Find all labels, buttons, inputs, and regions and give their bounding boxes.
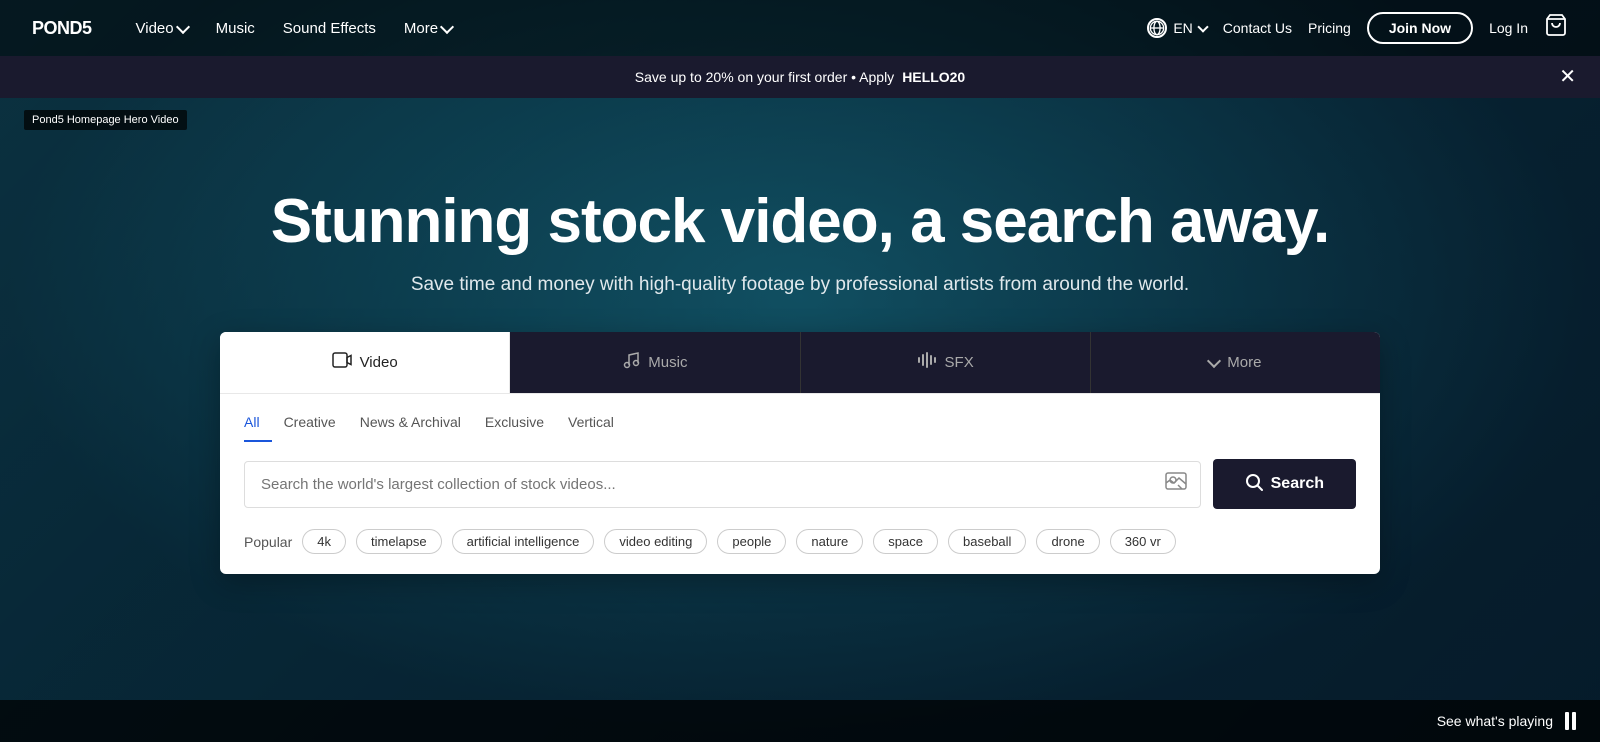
popular-row: Popular 4k timelapse artificial intellig… (220, 529, 1380, 574)
nav-more[interactable]: More (392, 12, 464, 45)
tag-people[interactable]: people (717, 529, 786, 554)
pause-bar-2 (1572, 712, 1576, 730)
logo-text: POND5 (32, 18, 92, 39)
search-input-row: Search (220, 443, 1380, 529)
promo-banner: Save up to 20% on your first order • App… (0, 56, 1600, 98)
bottom-bar: See what's playing (0, 700, 1600, 742)
image-search-icon[interactable] (1165, 470, 1187, 498)
more-tab-label: More (1227, 354, 1261, 371)
search-tabs: Video Music (220, 332, 1380, 394)
nav-links: Video Music Sound Effects More (124, 12, 1148, 45)
hero-subtitle: Save time and money with high-quality fo… (411, 274, 1189, 296)
search-box: Video Music (220, 332, 1380, 574)
promo-banner-code: HELLO20 (902, 69, 965, 85)
search-input[interactable] (244, 461, 1201, 508)
promo-close-button[interactable]: ✕ (1559, 67, 1576, 87)
more-chevron-icon (440, 19, 454, 33)
pause-button[interactable] (1565, 712, 1576, 730)
search-input-wrap (244, 461, 1201, 508)
video-tab-icon (332, 350, 352, 375)
tag-ai[interactable]: artificial intelligence (452, 529, 595, 554)
subtab-exclusive[interactable]: Exclusive (473, 408, 556, 442)
globe-icon (1147, 18, 1167, 38)
promo-banner-text: Save up to 20% on your first order • App… (635, 69, 894, 85)
search-button[interactable]: Search (1213, 459, 1356, 509)
lang-chevron-icon (1197, 21, 1208, 32)
tag-space[interactable]: space (873, 529, 938, 554)
navbar: POND5 Video Music Sound Effects More (0, 0, 1600, 56)
subtab-vertical[interactable]: Vertical (556, 408, 626, 442)
video-chevron-icon (176, 19, 190, 33)
see-what-playing[interactable]: See what's playing (1437, 713, 1553, 729)
hero-title: Stunning stock video, a search away. (271, 188, 1330, 256)
tab-more-chevron-icon (1207, 354, 1221, 368)
language-selector[interactable]: EN (1147, 18, 1206, 38)
subtab-creative[interactable]: Creative (272, 408, 348, 442)
popular-label: Popular (244, 534, 292, 550)
tag-timelapse[interactable]: timelapse (356, 529, 442, 554)
cart-icon[interactable] (1544, 13, 1568, 43)
tag-drone[interactable]: drone (1036, 529, 1099, 554)
tag-4k[interactable]: 4k (302, 529, 346, 554)
search-icon (1245, 473, 1263, 496)
tab-more[interactable]: More (1091, 332, 1380, 393)
sfx-tab-label: SFX (945, 354, 974, 371)
hero-section: POND5 Video Music Sound Effects More (0, 0, 1600, 742)
sfx-tab-icon (917, 351, 937, 374)
nav-sound-effects[interactable]: Sound Effects (271, 12, 388, 45)
nav-contact[interactable]: Contact Us (1223, 20, 1292, 36)
music-tab-icon (622, 351, 640, 374)
video-tab-label: Video (360, 354, 398, 371)
video-tooltip: Pond5 Homepage Hero Video (24, 110, 187, 130)
pause-bar-1 (1565, 712, 1569, 730)
nav-right: EN Contact Us Pricing Join Now Log In (1147, 12, 1568, 44)
tab-music[interactable]: Music (510, 332, 800, 393)
search-subtabs: All Creative News & Archival Exclusive V… (220, 394, 1380, 443)
subtab-all[interactable]: All (244, 408, 272, 442)
nav-video[interactable]: Video (124, 12, 200, 45)
tag-360vr[interactable]: 360 vr (1110, 529, 1176, 554)
music-tab-label: Music (648, 354, 687, 371)
tag-baseball[interactable]: baseball (948, 529, 1026, 554)
tab-video[interactable]: Video (220, 332, 510, 393)
nav-music[interactable]: Music (204, 12, 267, 45)
lang-label: EN (1173, 20, 1192, 36)
nav-login[interactable]: Log In (1489, 20, 1528, 36)
tag-nature[interactable]: nature (796, 529, 863, 554)
subtab-news-archival[interactable]: News & Archival (348, 408, 473, 442)
hero-content: Stunning stock video, a search away. Sav… (0, 188, 1600, 574)
tag-video-editing[interactable]: video editing (604, 529, 707, 554)
logo[interactable]: POND5 (32, 18, 92, 39)
join-now-button[interactable]: Join Now (1367, 12, 1473, 44)
tab-sfx[interactable]: SFX (801, 332, 1091, 393)
nav-pricing[interactable]: Pricing (1308, 20, 1351, 36)
